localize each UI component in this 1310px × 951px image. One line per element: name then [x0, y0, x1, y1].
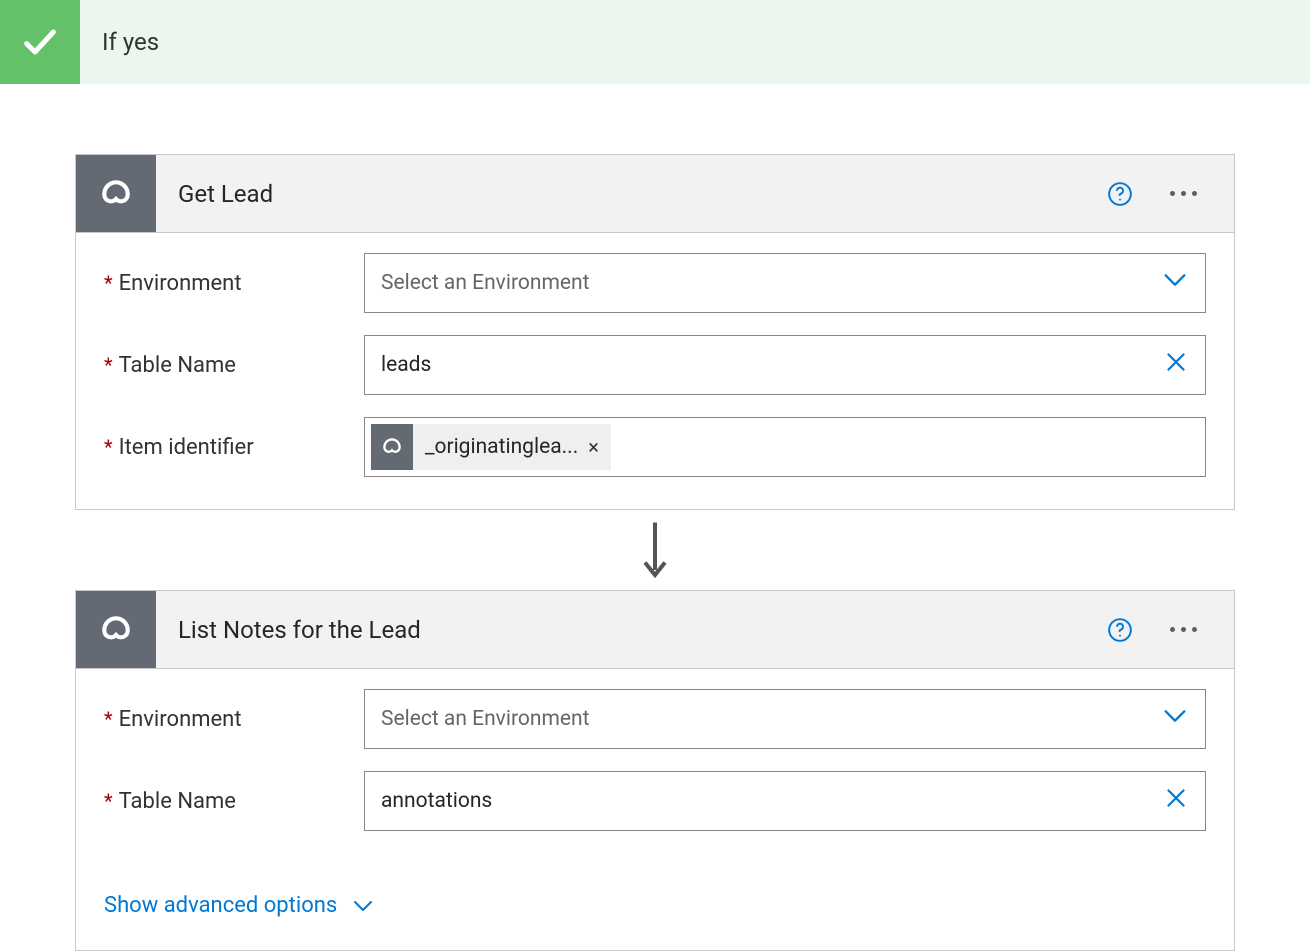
chevron-down-icon — [1161, 266, 1189, 300]
required-asterisk: * — [104, 353, 113, 377]
help-icon[interactable] — [1106, 616, 1134, 644]
help-icon[interactable] — [1106, 180, 1134, 208]
show-advanced-options-link[interactable]: Show advanced options — [104, 893, 375, 918]
if-yes-branch-header: If yes — [0, 0, 1310, 84]
required-asterisk: * — [104, 435, 113, 459]
checkmark-icon — [0, 0, 80, 84]
action-title: List Notes for the Lead — [156, 616, 1106, 644]
required-asterisk: * — [104, 271, 113, 295]
action-card-list-notes: List Notes for the Lead * Environment — [75, 590, 1235, 951]
clear-icon[interactable] — [1163, 349, 1189, 381]
required-asterisk: * — [104, 707, 113, 731]
table-name-input[interactable]: leads — [364, 335, 1206, 395]
dataverse-icon — [371, 424, 413, 470]
chevron-down-icon — [351, 894, 375, 918]
field-row-table-name: * Table Name leads — [104, 335, 1206, 395]
field-label-text: Table Name — [119, 353, 236, 378]
action-card-get-lead: Get Lead * Environment Select — [75, 154, 1235, 510]
dataverse-icon — [76, 591, 156, 668]
more-icon[interactable] — [1162, 627, 1204, 632]
remove-token-icon[interactable]: × — [588, 435, 599, 459]
action-card-header[interactable]: List Notes for the Lead — [76, 591, 1234, 669]
select-placeholder: Select an Environment — [381, 271, 589, 295]
select-placeholder: Select an Environment — [381, 707, 589, 731]
dynamic-content-token[interactable]: _originatinglea... × — [371, 424, 611, 470]
flow-arrow-icon — [75, 510, 1235, 590]
field-label-text: Environment — [119, 271, 242, 296]
field-row-environment: * Environment Select an Environment — [104, 253, 1206, 313]
field-row-table-name: * Table Name annotations — [104, 771, 1206, 831]
field-label-text: Table Name — [119, 789, 236, 814]
field-label: * Item identifier — [104, 435, 364, 460]
input-value: annotations — [381, 789, 492, 813]
dataverse-icon — [76, 155, 156, 232]
field-label: * Environment — [104, 271, 364, 296]
item-identifier-input[interactable]: _originatinglea... × — [364, 417, 1206, 477]
field-label-text: Environment — [119, 707, 242, 732]
clear-icon[interactable] — [1163, 785, 1189, 817]
field-label-text: Item identifier — [119, 435, 254, 460]
chevron-down-icon — [1161, 702, 1189, 736]
field-label: * Environment — [104, 707, 364, 732]
more-icon[interactable] — [1162, 191, 1204, 196]
environment-select[interactable]: Select an Environment — [364, 253, 1206, 313]
branch-title: If yes — [80, 28, 159, 56]
field-label: * Table Name — [104, 353, 364, 378]
action-title: Get Lead — [156, 180, 1106, 208]
action-card-header[interactable]: Get Lead — [76, 155, 1234, 233]
token-label: _originatinglea... — [425, 435, 578, 459]
advanced-options-label: Show advanced options — [104, 893, 337, 918]
field-label: * Table Name — [104, 789, 364, 814]
field-row-environment: * Environment Select an Environment — [104, 689, 1206, 749]
field-row-item-identifier: * Item identifier _originatinglea... × — [104, 417, 1206, 477]
table-name-input[interactable]: annotations — [364, 771, 1206, 831]
input-value: leads — [381, 353, 431, 377]
environment-select[interactable]: Select an Environment — [364, 689, 1206, 749]
required-asterisk: * — [104, 789, 113, 813]
